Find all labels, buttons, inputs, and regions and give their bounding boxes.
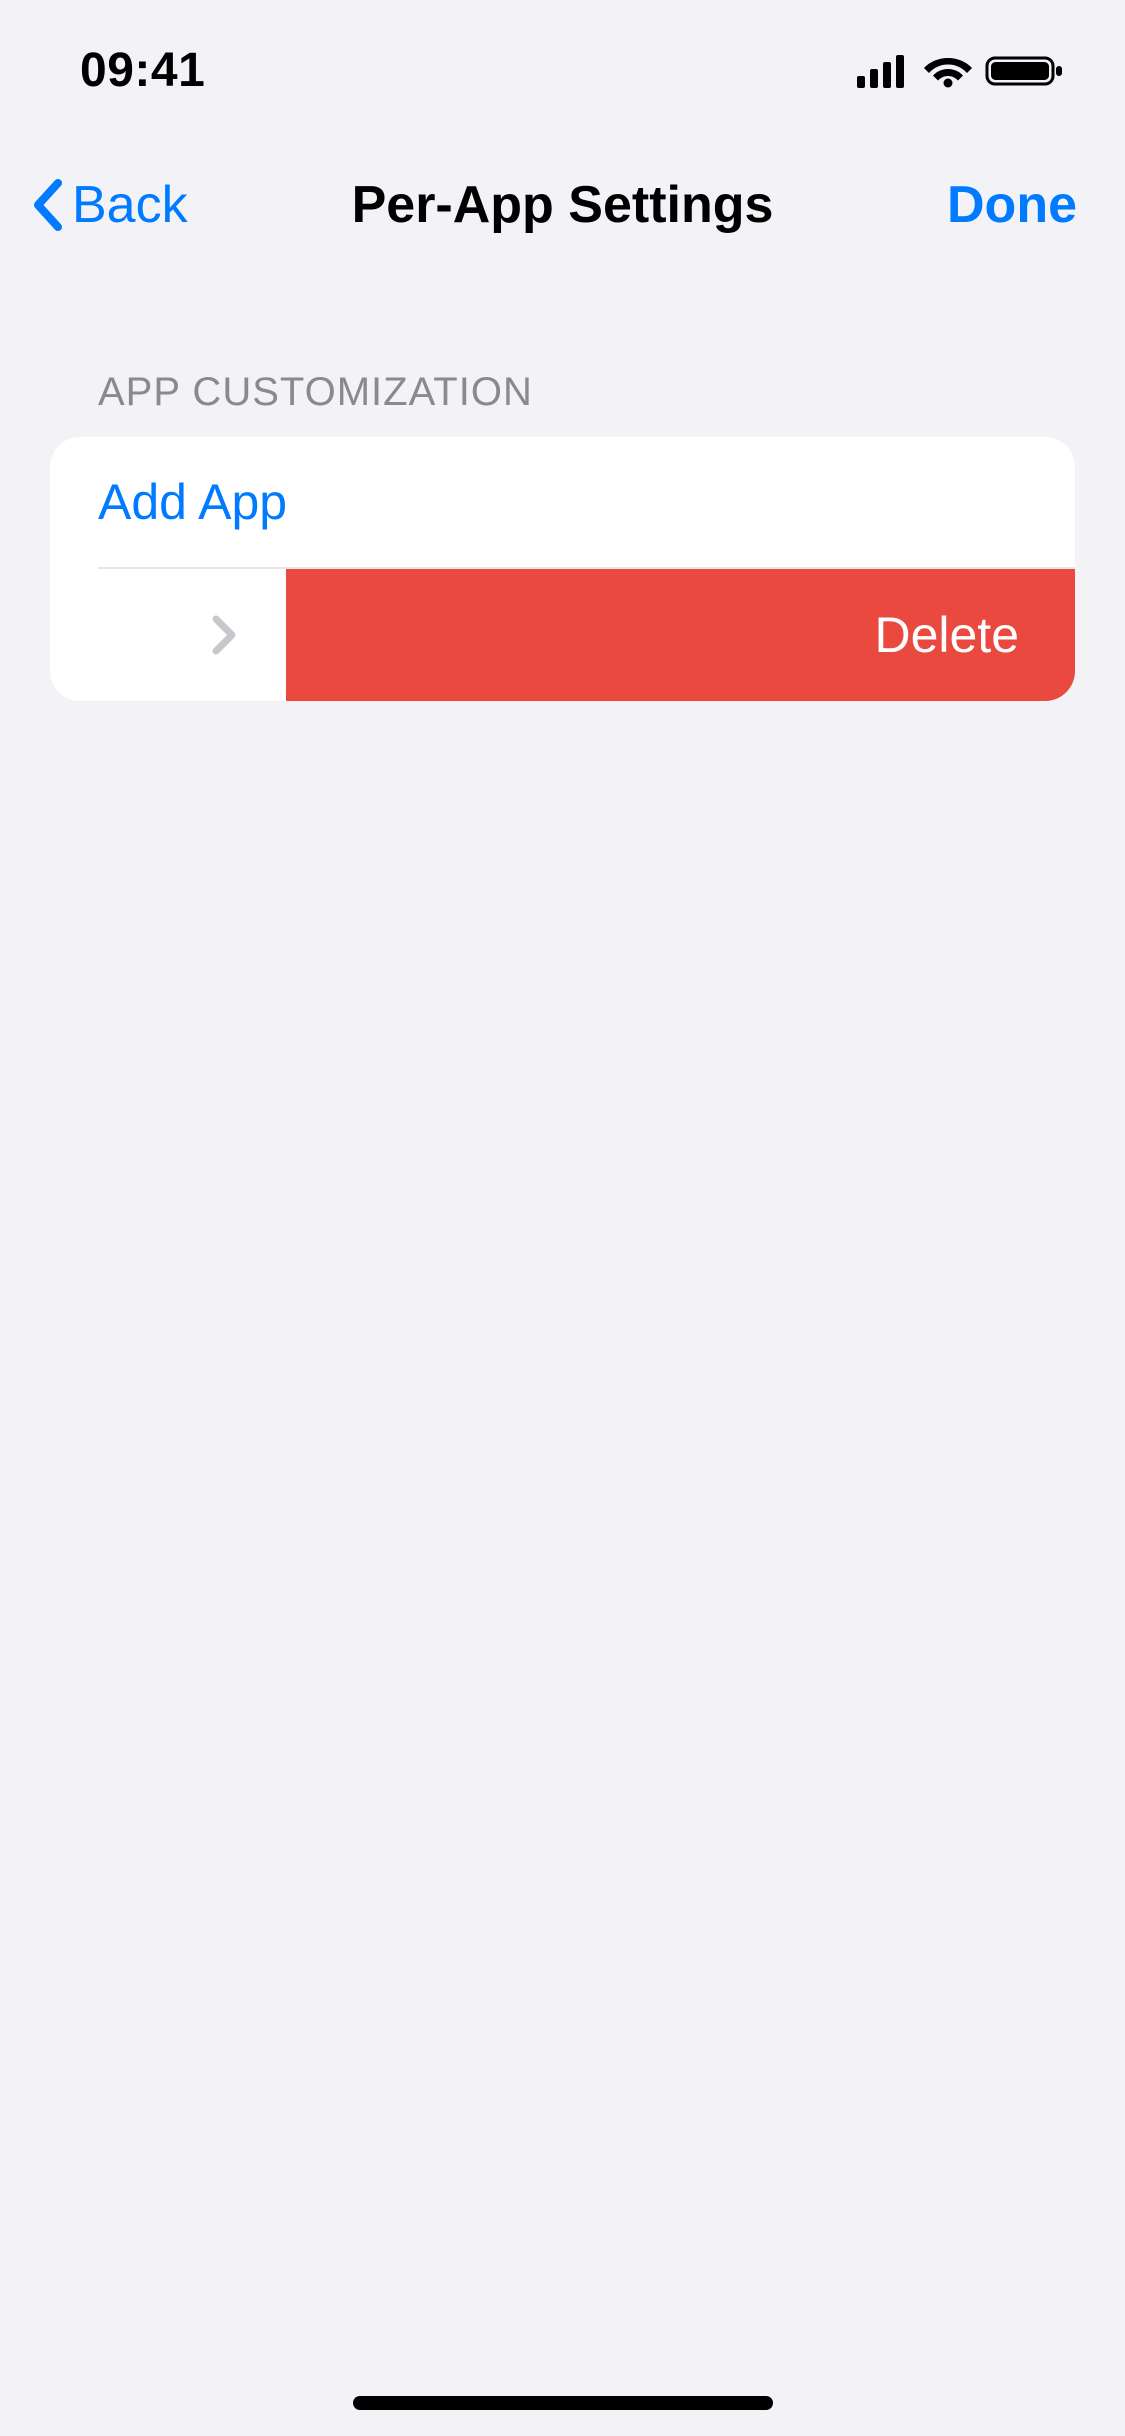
app-row-content[interactable] xyxy=(50,569,286,701)
cellular-icon xyxy=(857,52,911,88)
chevron-right-icon xyxy=(210,613,238,657)
app-row-swiped: Delete xyxy=(50,569,1075,701)
status-icons xyxy=(857,52,1065,88)
back-button[interactable]: Back xyxy=(28,175,188,235)
delete-label: Delete xyxy=(874,606,1019,664)
section-header: APP CUSTOMIZATION xyxy=(50,370,1075,437)
add-app-label: Add App xyxy=(98,473,287,531)
back-label: Back xyxy=(72,175,188,235)
chevron-left-icon xyxy=(28,175,68,235)
status-time: 09:41 xyxy=(80,43,205,98)
done-button[interactable]: Done xyxy=(947,175,1097,235)
wifi-icon xyxy=(923,52,973,88)
settings-group: Add App Delete xyxy=(50,437,1075,701)
page-title: Per-App Settings xyxy=(352,175,774,235)
status-bar: 09:41 xyxy=(0,0,1125,140)
delete-button[interactable]: Delete xyxy=(286,569,1075,701)
navigation-bar: Back Per-App Settings Done xyxy=(0,140,1125,270)
app-customization-section: APP CUSTOMIZATION Add App Delete xyxy=(0,370,1125,701)
battery-icon xyxy=(985,52,1065,88)
home-indicator xyxy=(353,2396,773,2410)
add-app-row[interactable]: Add App xyxy=(50,437,1075,567)
